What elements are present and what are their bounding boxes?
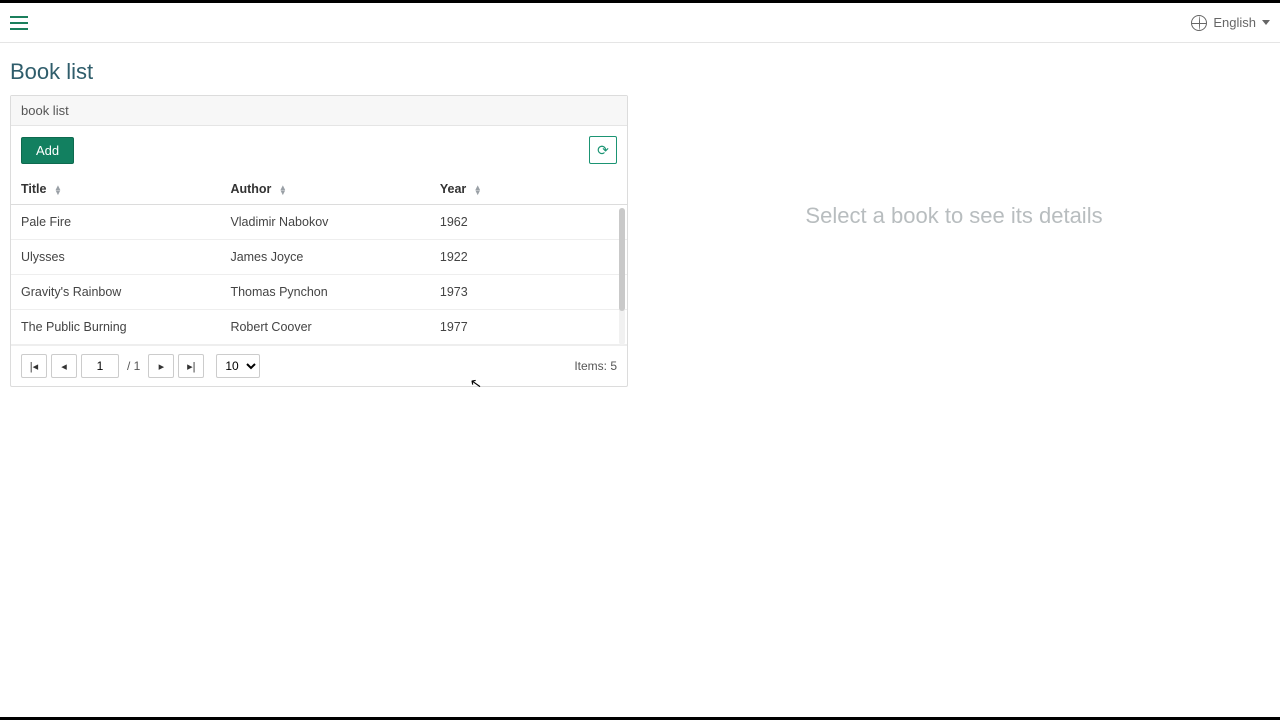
book-table: Title ▲▼ Author ▲▼ Year ▲▼ <box>11 174 627 345</box>
table-row[interactable]: Gravity's Rainbow Thomas Pynchon 1973 <box>11 275 627 310</box>
items-count: Items: 5 <box>574 359 617 373</box>
menu-icon[interactable] <box>10 16 28 30</box>
next-page-button[interactable]: ▸ <box>148 354 174 378</box>
language-selector[interactable]: English <box>1191 15 1270 31</box>
vertical-scrollbar[interactable] <box>619 208 625 345</box>
table-row[interactable]: The Public Burning Robert Coover 1977 <box>11 310 627 345</box>
column-header-title[interactable]: Title ▲▼ <box>11 174 220 205</box>
table-row[interactable]: Ulysses James Joyce 1922 <box>11 240 627 275</box>
sort-icon: ▲▼ <box>279 185 287 195</box>
add-button[interactable]: Add <box>21 137 74 164</box>
column-header-year[interactable]: Year ▲▼ <box>430 174 627 205</box>
globe-icon <box>1191 15 1207 31</box>
page-input[interactable] <box>81 354 119 378</box>
sort-icon: ▲▼ <box>474 185 482 195</box>
page-title: Book list <box>10 59 628 85</box>
language-label: English <box>1213 15 1256 30</box>
column-header-author[interactable]: Author ▲▼ <box>220 174 429 205</box>
details-placeholder: Select a book to see its details <box>805 203 1102 229</box>
first-page-button[interactable]: |◂ <box>21 354 47 378</box>
table-row[interactable]: Pale Fire Vladimir Nabokov 1962 <box>11 205 627 240</box>
panel-header: book list <box>11 96 627 126</box>
page-size-select[interactable]: 10 <box>216 354 260 378</box>
refresh-button[interactable]: ⟳ <box>589 136 617 164</box>
page-total: / 1 <box>127 359 140 373</box>
scrollbar-thumb[interactable] <box>619 208 625 311</box>
book-list-panel: book list Add ⟳ Title ▲▼ <box>10 95 628 387</box>
chevron-down-icon <box>1262 20 1270 25</box>
sort-icon: ▲▼ <box>54 185 62 195</box>
refresh-icon: ⟳ <box>597 142 609 159</box>
last-page-button[interactable]: ▸| <box>178 354 204 378</box>
prev-page-button[interactable]: ◂ <box>51 354 77 378</box>
